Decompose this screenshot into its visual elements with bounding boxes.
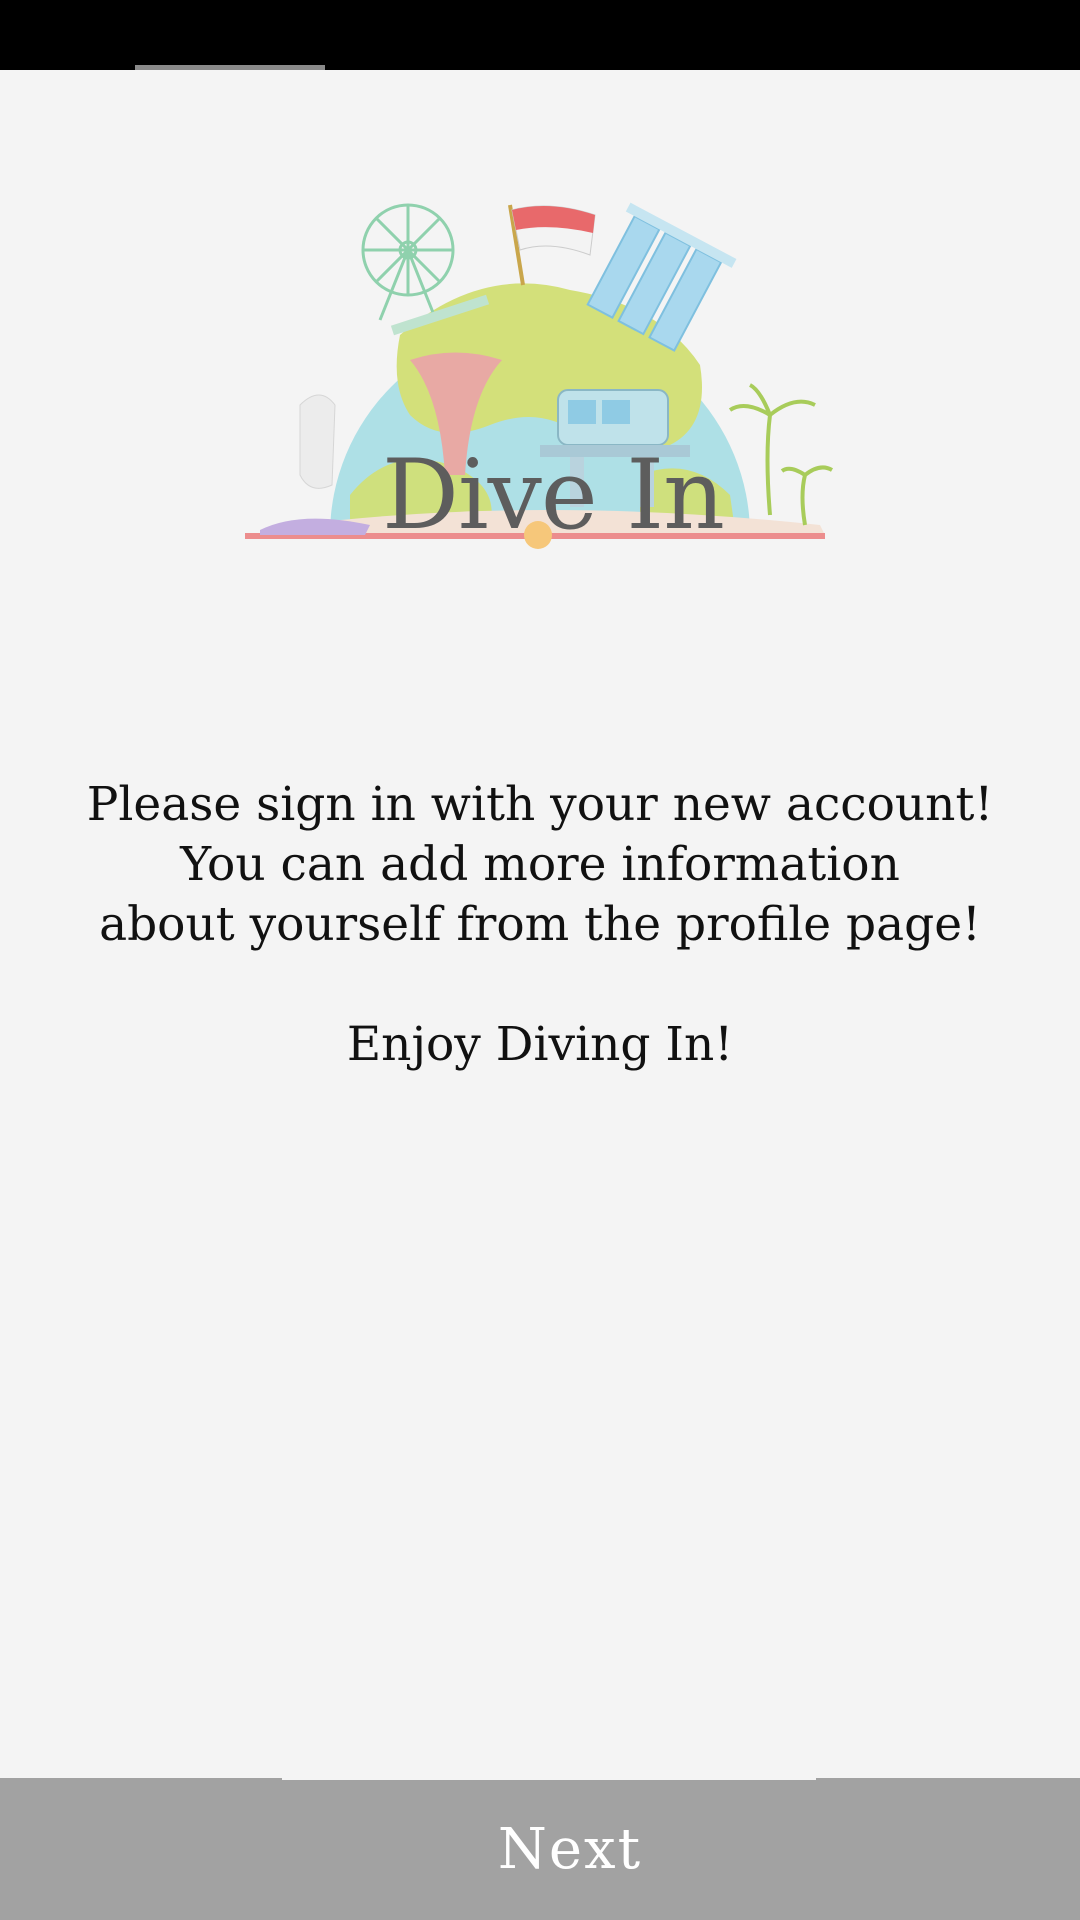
app-logo-title: Dive In <box>382 439 725 551</box>
message-line: You can add more information <box>180 837 900 892</box>
welcome-message: Please sign in with your new account! Yo… <box>0 775 1080 1075</box>
bottom-bar: Next <box>0 1778 1080 1920</box>
enjoy-message: Enjoy Diving In! <box>346 1017 734 1072</box>
next-button[interactable]: Next <box>0 1778 1080 1920</box>
status-bar <box>0 0 1080 70</box>
message-line: Please sign in with your new account! <box>86 777 994 832</box>
message-line: about yourself from the profile page! <box>99 897 981 952</box>
status-indicator <box>135 65 325 70</box>
app-logo: Dive In <box>240 195 840 555</box>
